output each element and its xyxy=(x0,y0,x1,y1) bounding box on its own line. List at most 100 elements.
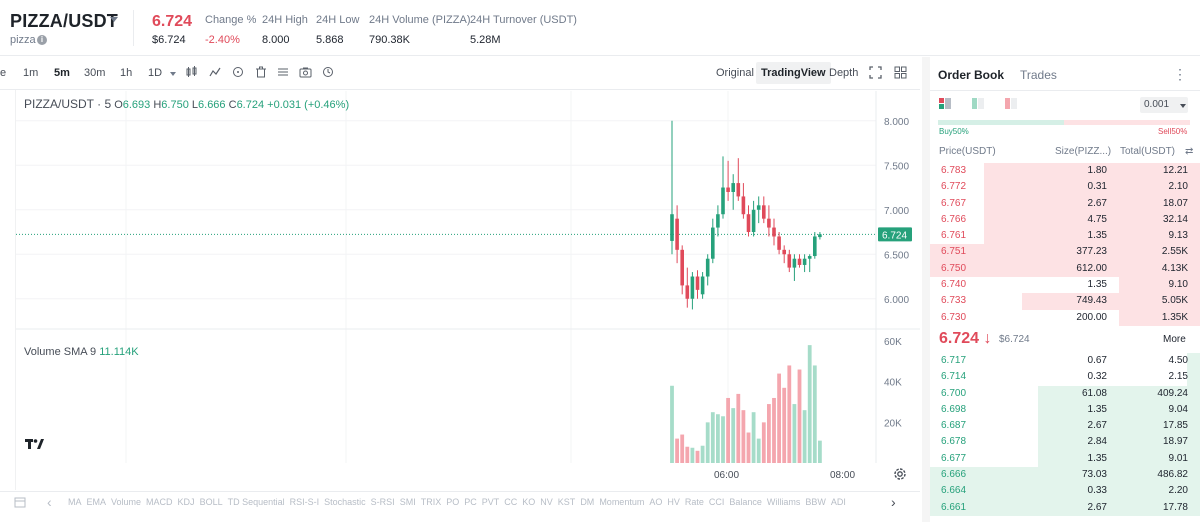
view-depth[interactable]: Depth xyxy=(824,62,863,84)
indicator-boll[interactable]: BOLL xyxy=(200,497,223,507)
interval-partial[interactable]: e xyxy=(0,67,6,79)
indicator-hv[interactable]: HV xyxy=(667,497,680,507)
bid-row[interactable]: 6.714 0.32 2.15 xyxy=(930,369,1200,386)
pair-caret-icon[interactable] xyxy=(110,17,118,22)
indicator-kst[interactable]: KST xyxy=(558,497,576,507)
camera-icon[interactable] xyxy=(299,66,312,81)
more-link[interactable]: More xyxy=(1163,334,1186,345)
indicator-cc[interactable]: CC xyxy=(504,497,517,507)
bid-row[interactable]: 6.687 2.67 17.85 xyxy=(930,418,1200,435)
chart-svg[interactable]: 8.000 7.500 7.000 6.500 6.000 60K 40K 20K 06:00 0… xyxy=(16,91,920,491)
indicator-pvt[interactable]: PVT xyxy=(482,497,500,507)
ask-row[interactable]: 6.751 377.23 2.55K xyxy=(930,244,1200,261)
ask-total: 9.10 xyxy=(1168,279,1188,291)
layout-buy-icon[interactable] xyxy=(972,98,984,109)
candle-body xyxy=(705,258,710,277)
indicator-volume[interactable]: Volume xyxy=(111,497,141,507)
bid-row[interactable]: 6.666 73.03 486.82 xyxy=(930,467,1200,484)
fullscreen-icon[interactable] xyxy=(869,66,882,82)
view-tradingview[interactable]: TradingView xyxy=(756,62,831,84)
volume-bar xyxy=(812,365,817,463)
view-original[interactable]: Original xyxy=(711,62,759,84)
price-chart[interactable]: 8.000 7.500 7.000 6.500 6.000 60K 40K 20K 06:00 0… xyxy=(16,91,920,491)
ask-row[interactable]: 6.761 1.35 9.13 xyxy=(930,228,1200,245)
indicator-williams[interactable]: Williams xyxy=(767,497,801,507)
layout-both-icon[interactable] xyxy=(939,98,951,109)
ask-row[interactable]: 6.772 0.31 2.10 xyxy=(930,179,1200,196)
bid-row[interactable]: 6.717 0.67 4.50 xyxy=(930,353,1200,370)
interval-1d[interactable]: 1D xyxy=(148,67,162,79)
chart-settings-gear-icon[interactable] xyxy=(892,466,908,487)
volume-bar xyxy=(797,369,802,463)
interval-caret-icon[interactable] xyxy=(170,72,176,76)
scroll-left-icon[interactable]: ‹ xyxy=(47,494,52,510)
indicator-stochastic[interactable]: Stochastic xyxy=(324,497,366,507)
precision-caret-icon[interactable] xyxy=(1180,104,1186,108)
bid-row[interactable]: 6.661 2.67 17.78 xyxy=(930,499,1200,516)
interval-1m[interactable]: 1m xyxy=(23,67,38,79)
tradingview-logo[interactable] xyxy=(25,437,45,455)
indicator-kdj[interactable]: KDJ xyxy=(178,497,195,507)
indicator-td-sequential[interactable]: TD Sequential xyxy=(228,497,285,507)
indicator-nv[interactable]: NV xyxy=(540,497,553,507)
indicator-ema[interactable]: EMA xyxy=(87,497,107,507)
indicator-smi[interactable]: SMI xyxy=(400,497,416,507)
candle-body xyxy=(726,187,730,192)
tab-order-book[interactable]: Order Book xyxy=(938,68,1004,82)
indicator-macd[interactable]: MACD xyxy=(146,497,173,507)
indicator-ao[interactable]: AO xyxy=(649,497,662,507)
calendar-icon[interactable] xyxy=(14,496,26,511)
indicator-ko[interactable]: KO xyxy=(522,497,535,507)
indicator-trix[interactable]: TRIX xyxy=(421,497,442,507)
crosshair-icon[interactable] xyxy=(232,66,244,81)
ask-row[interactable]: 6.750 612.00 4.13K xyxy=(930,260,1200,278)
bid-row[interactable]: 6.698 1.35 9.04 xyxy=(930,401,1200,419)
indicator-rate[interactable]: Rate xyxy=(685,497,704,507)
indicator-momentum[interactable]: Momentum xyxy=(599,497,644,507)
tab-divider xyxy=(930,90,1200,91)
indicator-bbw[interactable]: BBW xyxy=(805,497,826,507)
indicator-s-rsi[interactable]: S-RSI xyxy=(371,497,395,507)
tab-trades[interactable]: Trades xyxy=(1020,68,1057,82)
info-icon[interactable]: i xyxy=(37,35,47,45)
indicators-icon[interactable] xyxy=(209,66,221,81)
replay-icon[interactable] xyxy=(322,66,334,81)
layout-sell-icon[interactable] xyxy=(1005,98,1017,109)
bid-row[interactable]: 6.664 0.33 2.20 xyxy=(930,483,1200,500)
indicator-rsi-s-i[interactable]: RSI-S-I xyxy=(290,497,320,507)
interval-1h[interactable]: 1h xyxy=(120,67,132,79)
indicator-bar: ‹ MA EMA Volume MACD KDJ BOLL TD Sequential RSI… xyxy=(0,491,920,522)
indicator-cci[interactable]: CCI xyxy=(709,497,725,507)
swap-icon[interactable]: ⇄ xyxy=(1185,146,1193,157)
ask-row[interactable]: 6.733 749.43 5.05K xyxy=(930,293,1200,310)
ask-row[interactable]: 6.730 200.00 1.35K xyxy=(930,309,1200,326)
bid-row[interactable]: 6.678 2.84 18.97 xyxy=(930,434,1200,451)
ask-row[interactable]: 6.740 1.35 9.10 xyxy=(930,277,1200,294)
bid-row[interactable]: 6.677 1.35 9.01 xyxy=(930,450,1200,468)
volume-legend-value: 11.114K xyxy=(99,346,139,358)
pair-selector[interactable]: PIZZA/USDT xyxy=(10,11,118,32)
interval-30m[interactable]: 30m xyxy=(84,67,105,79)
more-options-icon[interactable]: ⋮ xyxy=(1173,66,1187,83)
buy-ratio-fill xyxy=(938,120,1064,125)
bid-row[interactable]: 6.700 61.08 409.24 xyxy=(930,385,1200,402)
ask-row[interactable]: 6.767 2.67 18.07 xyxy=(930,195,1200,212)
indicator-pc[interactable]: PC xyxy=(464,497,477,507)
drawing-tools-strip[interactable] xyxy=(0,90,16,490)
interval-5m[interactable]: 5m xyxy=(54,67,70,79)
indicator-adi[interactable]: ADI xyxy=(831,497,846,507)
indicator-ma[interactable]: MA xyxy=(68,497,82,507)
candle-type-icon[interactable] xyxy=(186,66,198,81)
layout-grid-icon[interactable] xyxy=(894,66,907,82)
indicator-dm[interactable]: DM xyxy=(580,497,594,507)
indicator-po[interactable]: PO xyxy=(446,497,459,507)
scroll-right-icon[interactable]: › xyxy=(891,494,896,510)
trash-icon[interactable] xyxy=(255,66,267,81)
candle-body xyxy=(818,234,822,238)
ask-row[interactable]: 6.766 4.75 32.14 xyxy=(930,211,1200,229)
bid-depth-bar xyxy=(1186,369,1200,386)
ask-row[interactable]: 6.783 1.80 12.21 xyxy=(930,163,1200,180)
settings-list-icon[interactable] xyxy=(277,66,289,81)
indicator-balance[interactable]: Balance xyxy=(729,497,762,507)
col-total-header[interactable]: Total(USDT) xyxy=(1120,146,1175,157)
